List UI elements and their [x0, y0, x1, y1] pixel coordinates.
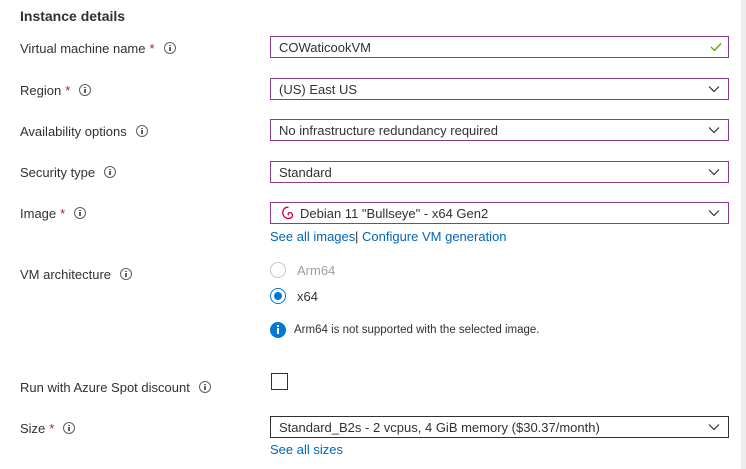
- radio-option-x64[interactable]: x64: [270, 287, 318, 305]
- debian-logo-icon: [282, 206, 294, 220]
- link-separator: |: [355, 229, 359, 244]
- image-label: Image: [20, 205, 57, 221]
- info-icon[interactable]: [63, 422, 76, 434]
- required-marker: *: [149, 40, 155, 56]
- chevron-down-icon: [708, 169, 720, 176]
- architecture-label: VM architecture: [20, 266, 112, 282]
- chevron-down-icon: [708, 86, 720, 93]
- radio-button-arm64[interactable]: [270, 262, 286, 278]
- vm-name-value: COWaticookVM: [279, 39, 371, 55]
- region-dropdown[interactable]: (US) East US: [270, 78, 729, 100]
- image-dropdown[interactable]: Debian 11 "Bullseye" - x64 Gen2: [270, 202, 729, 224]
- vm-name-label-row: Virtual machine name *: [20, 38, 176, 58]
- required-marker: *: [60, 205, 66, 221]
- see-all-images-link[interactable]: See all images: [270, 229, 355, 244]
- security-label-row: Security type: [20, 162, 117, 182]
- chevron-down-icon: [708, 424, 720, 431]
- chevron-down-icon: [708, 210, 720, 217]
- checkmark-icon: [710, 43, 722, 52]
- instance-details-page: Instance details Virtual machine name * …: [0, 0, 746, 469]
- info-icon[interactable]: [79, 84, 92, 96]
- spot-discount-checkbox[interactable]: [271, 373, 288, 390]
- architecture-info-message: Arm64 is not supported with the selected…: [270, 322, 539, 338]
- image-label-row: Image *: [20, 203, 87, 223]
- radio-option-arm64[interactable]: Arm64: [270, 261, 335, 279]
- vm-name-label: Virtual machine name: [20, 40, 146, 56]
- region-label: Region: [20, 82, 62, 98]
- architecture-message-text: Arm64 is not supported with the selected…: [294, 324, 540, 336]
- region-value: (US) East US: [279, 81, 358, 97]
- security-label: Security type: [20, 164, 96, 180]
- availability-label-row: Availability options: [20, 121, 148, 141]
- size-label-row: Size *: [20, 418, 76, 438]
- spot-label: Run with Azure Spot discount: [20, 379, 190, 395]
- security-value: Standard: [279, 164, 332, 180]
- size-dropdown[interactable]: Standard_B2s - 2 vcpus, 4 GiB memory ($3…: [270, 416, 729, 438]
- info-icon[interactable]: [198, 381, 211, 393]
- see-all-sizes-link[interactable]: See all sizes: [270, 442, 343, 457]
- availability-label: Availability options: [20, 123, 127, 139]
- architecture-label-row: VM architecture: [20, 264, 133, 284]
- region-label-row: Region *: [20, 80, 92, 100]
- image-value: Debian 11 "Bullseye" - x64 Gen2: [300, 205, 489, 221]
- radio-button-x64[interactable]: [270, 288, 286, 304]
- info-icon[interactable]: [163, 42, 176, 54]
- info-icon[interactable]: [104, 166, 117, 178]
- security-dropdown[interactable]: Standard: [270, 161, 729, 183]
- availability-dropdown[interactable]: No infrastructure redundancy required: [270, 119, 729, 141]
- chevron-down-icon: [708, 127, 720, 134]
- configure-vm-generation-link[interactable]: Configure VM generation: [362, 229, 507, 244]
- section-title: Instance details: [20, 8, 126, 24]
- availability-value: No infrastructure redundancy required: [279, 122, 498, 138]
- vm-name-input[interactable]: COWaticookVM: [270, 36, 729, 58]
- info-icon[interactable]: [120, 268, 133, 280]
- spot-label-row: Run with Azure Spot discount: [20, 377, 211, 397]
- info-filled-icon: [270, 322, 286, 338]
- size-label: Size: [20, 420, 46, 436]
- radio-label-x64: x64: [297, 288, 318, 304]
- required-marker: *: [49, 420, 55, 436]
- required-marker: *: [65, 82, 71, 98]
- info-icon[interactable]: [135, 125, 148, 137]
- radio-label-arm64: Arm64: [297, 262, 336, 278]
- info-icon[interactable]: [74, 207, 87, 219]
- scrollbar-track[interactable]: [741, 0, 746, 469]
- size-value: Standard_B2s - 2 vcpus, 4 GiB memory ($3…: [279, 419, 600, 435]
